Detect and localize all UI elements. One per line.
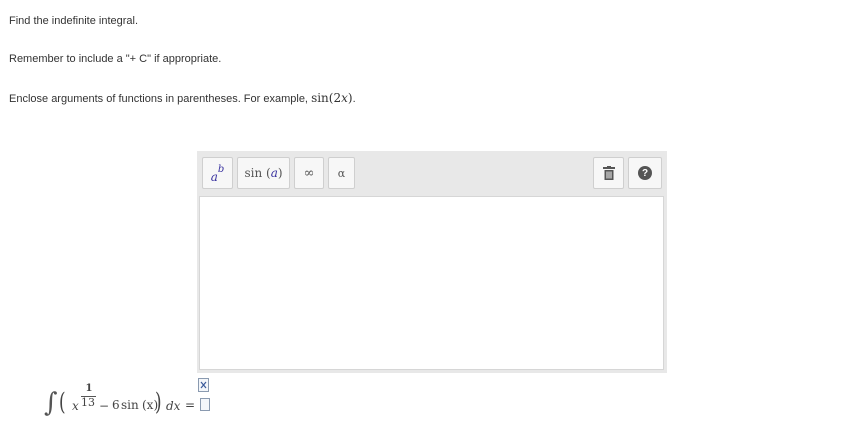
power-button[interactable]: ab: [202, 157, 233, 189]
instruction-find-integral: Find the indefinite integral.: [9, 15, 139, 27]
answer-file-icon[interactable]: [200, 398, 210, 411]
alpha-symbol: α: [337, 166, 346, 180]
function-close: ): [277, 166, 283, 180]
example-expression: sin(2x): [311, 91, 353, 105]
function-button[interactable]: sin (a): [237, 157, 290, 189]
infinity-symbol: ∞: [303, 165, 315, 181]
trash-icon: [602, 166, 615, 180]
sine-function: sin: [121, 398, 139, 412]
answer-input-area[interactable]: [199, 196, 664, 370]
right-paren: ): [155, 388, 162, 416]
integral-problem: ∫ ( x 1 13 − 6 sin (x) ) dx =: [42, 380, 212, 430]
minus-sign: −: [99, 399, 110, 413]
answer-preview-icon[interactable]: [198, 378, 209, 392]
example-period: .: [352, 93, 356, 105]
exponent-denominator: 13: [81, 396, 95, 409]
instruction-parentheses: Enclose arguments of functions in parent…: [9, 91, 356, 105]
equals-sign: =: [185, 398, 196, 412]
base-variable: x: [72, 399, 79, 413]
instruction-text: Enclose arguments of functions in parent…: [9, 93, 308, 105]
power-exponent: b: [217, 163, 225, 175]
integral-sign: ∫: [44, 388, 58, 418]
function-arg: a: [270, 166, 278, 180]
clear-button[interactable]: [593, 157, 624, 189]
coefficient: 6: [112, 398, 120, 412]
exponent-numerator: 1: [85, 383, 93, 394]
instruction-include-c: Remember to include a "+ C" if appropria…: [9, 53, 222, 65]
example-fn: sin: [311, 91, 329, 105]
preview-glyph-icon: [200, 381, 207, 389]
differential: dx: [166, 399, 181, 413]
function-name: sin: [244, 166, 263, 180]
example-num: 2: [333, 91, 342, 105]
power-base: a: [210, 170, 218, 184]
editor-toolbar: ab sin (a) ∞ α ?: [197, 151, 667, 195]
greek-button[interactable]: α: [328, 157, 355, 189]
infinity-button[interactable]: ∞: [294, 157, 324, 189]
help-icon: ?: [638, 166, 652, 180]
math-editor: ab sin (a) ∞ α ?: [197, 151, 667, 373]
example-var: x: [341, 91, 348, 105]
help-button[interactable]: ?: [628, 157, 662, 189]
left-paren: (: [59, 388, 66, 416]
